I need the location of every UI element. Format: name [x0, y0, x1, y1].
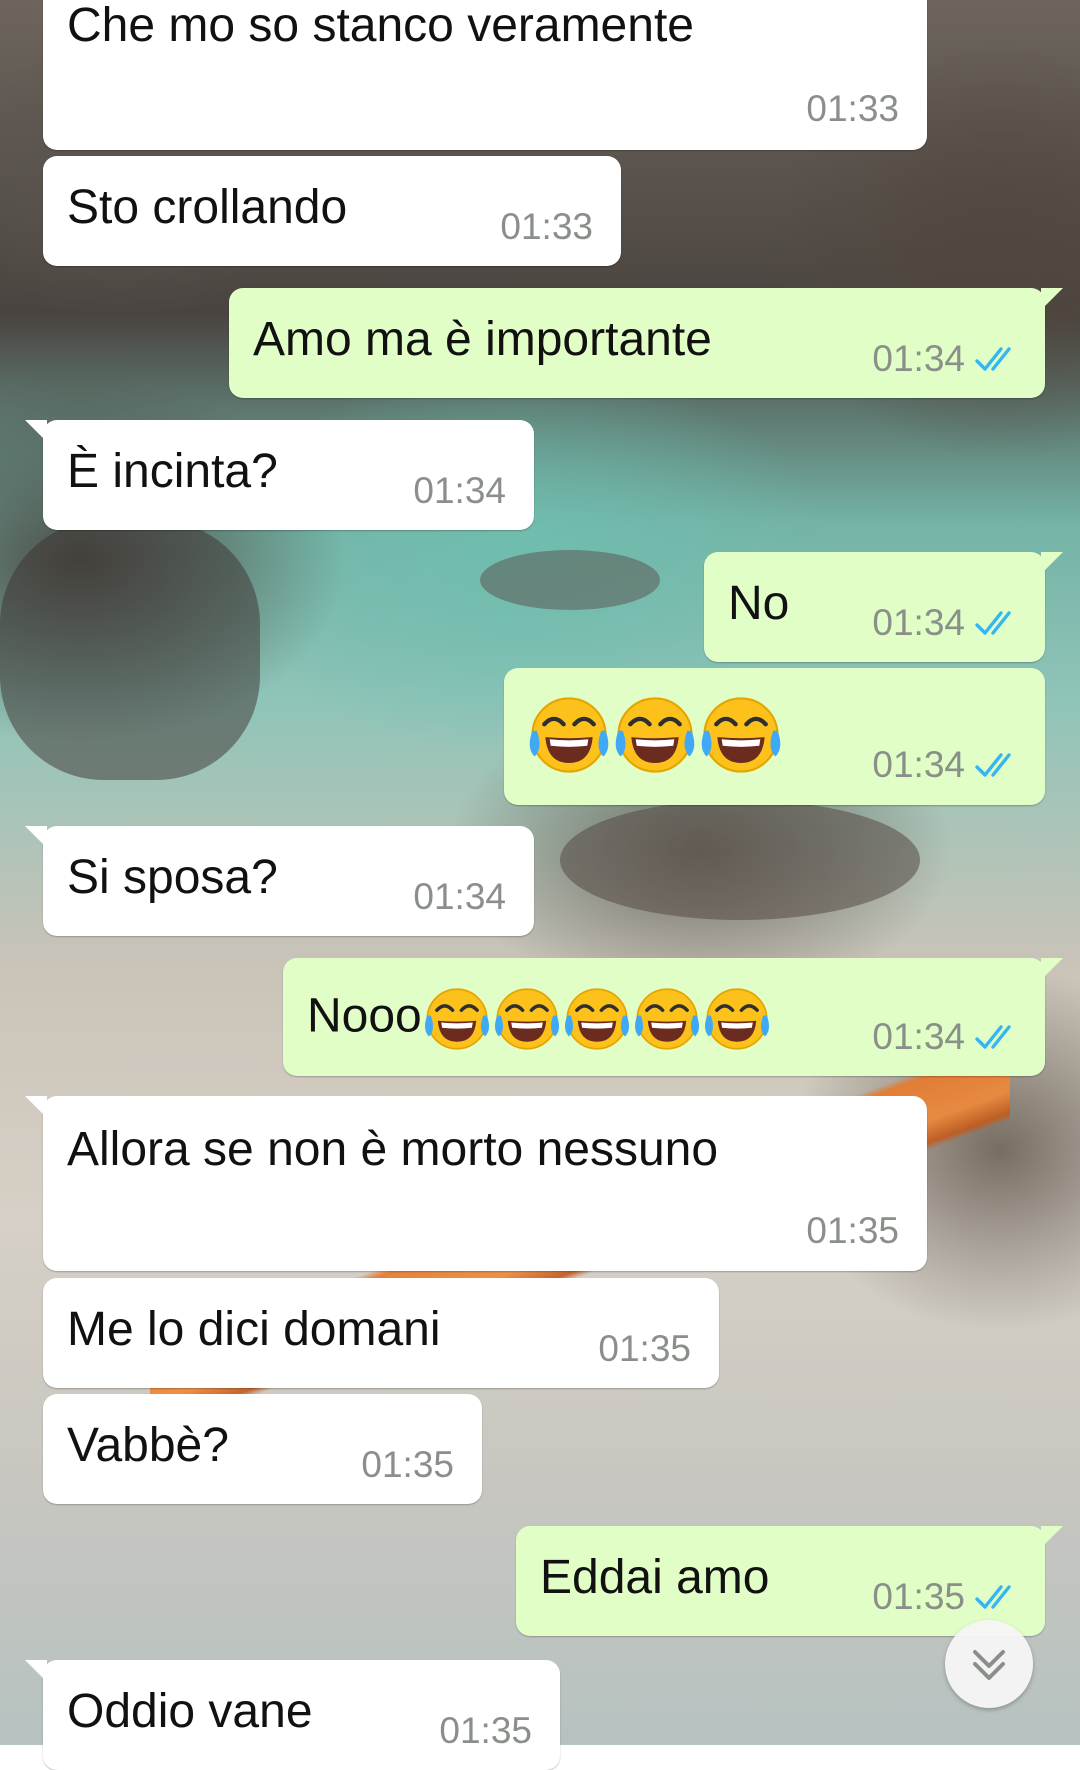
- incoming-message[interactable]: È incinta? 01:34: [25, 420, 534, 530]
- message-text: Sto crollando: [67, 181, 348, 234]
- wallpaper-rock: [480, 550, 660, 610]
- message-text: Oddio vane: [67, 1685, 313, 1738]
- outgoing-message[interactable]: Amo ma è importante 01:34: [229, 288, 1063, 398]
- message-text: Allora se non è morto nessuno: [67, 1123, 719, 1176]
- message-text: No: [728, 577, 790, 630]
- outgoing-message[interactable]: Nooo 01:34: [283, 958, 1063, 1076]
- message-time: 01:34: [872, 744, 965, 785]
- message-text-prefix: Nooo: [307, 989, 422, 1043]
- tears-of-joy-emoji: [632, 984, 702, 1054]
- message-emoji: [526, 692, 784, 778]
- read-receipt-icon: [975, 608, 1021, 638]
- tears-of-joy-emoji: [422, 984, 492, 1054]
- incoming-message[interactable]: Oddio vane 01:35: [25, 1660, 560, 1770]
- message-time: 01:33: [500, 206, 593, 247]
- incoming-message[interactable]: Si sposa? 01:34: [25, 826, 534, 936]
- message-time: 01:34: [413, 470, 506, 511]
- chevron-double-down-icon: [973, 1650, 1005, 1680]
- message-time: 01:34: [872, 338, 965, 379]
- message-text: Vabbè?: [67, 1419, 229, 1472]
- incoming-message[interactable]: Vabbè? 01:35: [43, 1394, 482, 1504]
- message-time: 01:34: [872, 1016, 965, 1057]
- outgoing-message[interactable]: 01:34: [504, 668, 1045, 805]
- message-time: 01:35: [361, 1444, 454, 1485]
- incoming-message[interactable]: Allora se non è morto nessuno 01:35: [25, 1096, 927, 1271]
- wallpaper-rock: [560, 800, 920, 920]
- message-text: Amo ma è importante: [253, 313, 712, 366]
- outgoing-message[interactable]: No 01:34: [704, 552, 1063, 662]
- message-text: Nooo: [307, 984, 772, 1054]
- incoming-message[interactable]: Sto crollando 01:33: [43, 156, 621, 266]
- read-receipt-icon: [975, 1022, 1021, 1052]
- message-time: 01:33: [806, 88, 899, 129]
- tears-of-joy-emoji: [702, 984, 772, 1054]
- tears-of-joy-emoji: [562, 984, 632, 1054]
- incoming-message[interactable]: Me lo dici domani 01:35: [43, 1278, 719, 1388]
- read-receipt-icon: [975, 1582, 1021, 1612]
- message-time: 01:35: [439, 1710, 532, 1751]
- message-text: Eddai amo: [540, 1551, 770, 1604]
- message-text: Me lo dici domani: [67, 1303, 441, 1356]
- read-receipt-icon: [975, 750, 1021, 780]
- message-text: È incinta?: [67, 445, 278, 498]
- message-text: Che mo so stanco veramente: [67, 0, 694, 52]
- tears-of-joy-emoji: [698, 692, 784, 778]
- message-time: 01:35: [806, 1210, 899, 1251]
- message-time: 01:35: [598, 1328, 691, 1369]
- message-time: 01:35: [872, 1576, 965, 1617]
- read-receipt-icon: [975, 344, 1021, 374]
- wallpaper-rock: [0, 520, 260, 780]
- message-text: Si sposa?: [67, 851, 278, 904]
- incoming-message[interactable]: Che mo so stanco veramente 01:33: [43, 0, 927, 150]
- tears-of-joy-emoji: [526, 692, 612, 778]
- tears-of-joy-emoji: [492, 984, 562, 1054]
- scroll-to-bottom-button[interactable]: [945, 1620, 1033, 1708]
- message-time: 01:34: [872, 602, 965, 643]
- tears-of-joy-emoji: [612, 692, 698, 778]
- message-time: 01:34: [413, 876, 506, 917]
